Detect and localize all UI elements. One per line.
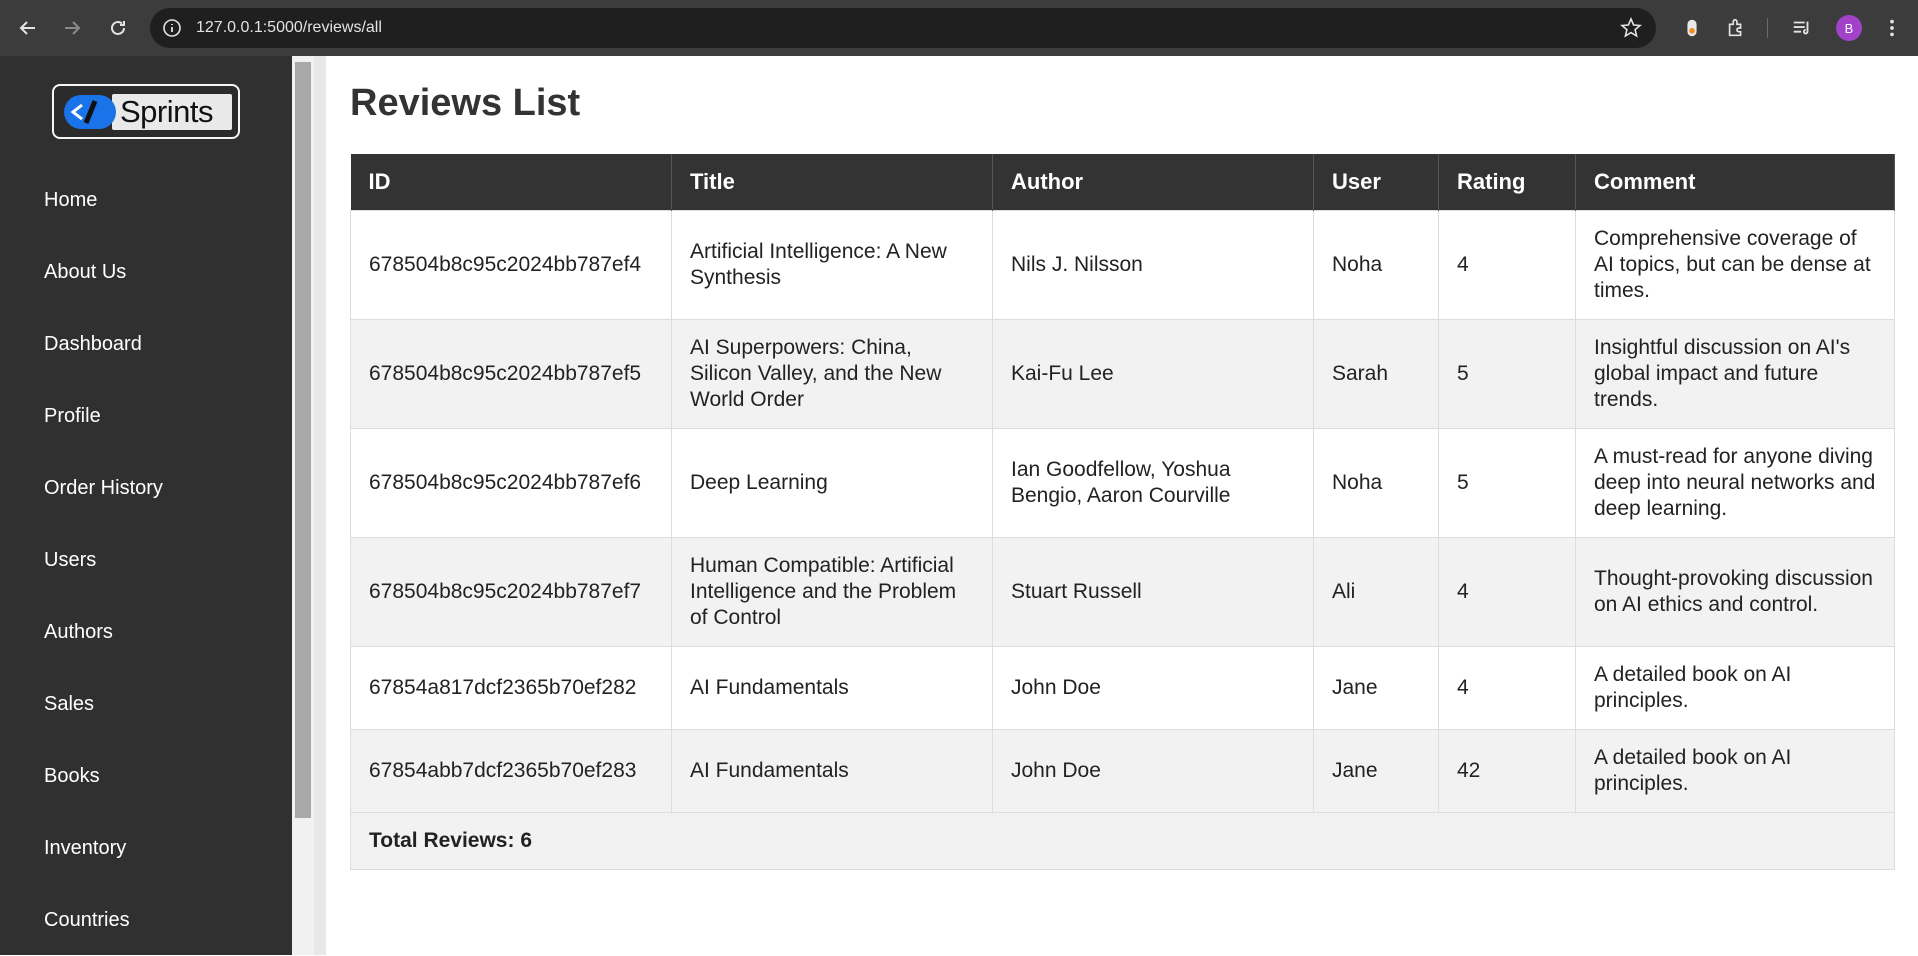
cell-author: Ian Goodfellow, Yoshua Bengio, Aaron Cou… (992, 427, 1314, 538)
extensions-puzzle-icon[interactable] (1724, 16, 1748, 40)
cell-user: Jane (1313, 728, 1439, 813)
extension-record-icon[interactable] (1680, 16, 1704, 40)
cell-comment: Comprehensive coverage of AI topics, but… (1575, 209, 1895, 320)
cell-rating: 4 (1438, 209, 1576, 320)
table-row: 67854abb7dcf2365b70ef283 AI Fundamentals… (350, 728, 1895, 813)
column-header-comment: Comment (1575, 154, 1895, 210)
sidebar-item-home[interactable]: Home (0, 164, 292, 236)
cell-title: AI Fundamentals (671, 645, 993, 730)
browser-toolbar: 127.0.0.1:5000/reviews/all B (0, 0, 1918, 56)
forward-arrow-icon (65, 21, 81, 35)
toolbar-separator (1767, 18, 1768, 38)
column-header-rating: Rating (1438, 154, 1576, 210)
reload-button[interactable] (102, 12, 134, 44)
sidebar-item-inventory[interactable]: Inventory (0, 812, 292, 884)
cell-comment: A detailed book on AI principles. (1575, 645, 1895, 730)
total-reviews-count: Total Reviews: 6 (350, 811, 1895, 870)
bookmark-star-icon[interactable] (1620, 17, 1642, 39)
sidebar-nav: Home About Us Dashboard Profile Order Hi… (0, 164, 292, 956)
forward-button[interactable] (56, 12, 88, 44)
cell-comment: A detailed book on AI principles. (1575, 728, 1895, 813)
url-text: 127.0.0.1:5000/reviews/all (196, 19, 382, 36)
cell-id: 678504b8c95c2024bb787ef4 (350, 209, 672, 320)
sprints-logo-icon (64, 94, 116, 129)
sidebar-item-about-us[interactable]: About Us (0, 236, 292, 308)
address-bar[interactable]: 127.0.0.1:5000/reviews/all (150, 8, 1656, 48)
site-info-icon[interactable] (162, 18, 182, 38)
table-row: 678504b8c95c2024bb787ef6 Deep Learning I… (350, 427, 1895, 538)
cell-title: Human Compatible: Artificial Intelligenc… (671, 536, 993, 647)
cell-user: Sarah (1313, 318, 1439, 429)
cell-rating: 5 (1438, 427, 1576, 538)
sidebar-item-authors[interactable]: Authors (0, 596, 292, 668)
cell-user: Ali (1313, 536, 1439, 647)
cell-author: John Doe (992, 645, 1314, 730)
cell-rating: 4 (1438, 536, 1576, 647)
cell-rating: 42 (1438, 728, 1576, 813)
cell-id: 678504b8c95c2024bb787ef7 (350, 536, 672, 647)
cell-user: Jane (1313, 645, 1439, 730)
sidebar-item-books[interactable]: Books (0, 740, 292, 812)
cell-comment: Insightful discussion on AI's global imp… (1575, 318, 1895, 429)
cell-id: 67854a817dcf2365b70ef282 (350, 645, 672, 730)
table-row: 67854a817dcf2365b70ef282 AI Fundamentals… (350, 645, 1895, 730)
sidebar-item-profile[interactable]: Profile (0, 380, 292, 452)
media-queue-icon[interactable] (1790, 16, 1814, 40)
cell-user: Noha (1313, 209, 1439, 320)
content-gutter (314, 56, 326, 955)
sidebar-item-dashboard[interactable]: Dashboard (0, 308, 292, 380)
cell-author: Stuart Russell (992, 536, 1314, 647)
reviews-table: ID Title Author User Rating Comment 6785… (350, 154, 1895, 870)
reload-icon (111, 20, 125, 35)
table-row: 678504b8c95c2024bb787ef7 Human Compatibl… (350, 536, 1895, 647)
table-row: 678504b8c95c2024bb787ef5 AI Superpowers:… (350, 318, 1895, 429)
cell-title: Artificial Intelligence: A New Synthesis (671, 209, 993, 320)
kebab-menu-icon[interactable] (1880, 16, 1904, 40)
column-header-user: User (1313, 154, 1439, 210)
sidebar-item-order-history[interactable]: Order History (0, 452, 292, 524)
cell-title: Deep Learning (671, 427, 993, 538)
table-header-row: ID Title Author User Rating Comment (350, 154, 1895, 210)
column-header-id: ID (350, 154, 672, 210)
cell-author: Nils J. Nilsson (992, 209, 1314, 320)
cell-id: 67854abb7dcf2365b70ef283 (350, 728, 672, 813)
column-header-title: Title (671, 154, 993, 210)
column-header-author: Author (992, 154, 1314, 210)
profile-avatar[interactable]: B (1836, 15, 1862, 41)
page-title: Reviews List (350, 82, 581, 124)
cell-comment: Thought-provoking discussion on AI ethic… (1575, 536, 1895, 647)
brand-logo-text: Sprints (120, 93, 213, 129)
cell-author: Kai-Fu Lee (992, 318, 1314, 429)
sidebar-item-sales[interactable]: Sales (0, 668, 292, 740)
sidebar-item-countries[interactable]: Countries (0, 884, 292, 956)
table-footer-row: Total Reviews: 6 (350, 811, 1895, 870)
brand-logo[interactable]: Sprints (52, 84, 240, 139)
cell-rating: 5 (1438, 318, 1576, 429)
cell-id: 678504b8c95c2024bb787ef6 (350, 427, 672, 538)
back-button[interactable] (12, 12, 44, 44)
sidebar-scrollbar-thumb[interactable] (295, 62, 311, 818)
back-arrow-icon (19, 21, 35, 35)
cell-user: Noha (1313, 427, 1439, 538)
cell-rating: 4 (1438, 645, 1576, 730)
table-row: 678504b8c95c2024bb787ef4 Artificial Inte… (350, 209, 1895, 320)
sidebar: Sprints Home About Us Dashboard Profile … (0, 56, 292, 955)
cell-author: John Doe (992, 728, 1314, 813)
cell-title: AI Superpowers: China, Silicon Valley, a… (671, 318, 993, 429)
cell-title: AI Fundamentals (671, 728, 993, 813)
cell-id: 678504b8c95c2024bb787ef5 (350, 318, 672, 429)
cell-comment: A must-read for anyone diving deep into … (1575, 427, 1895, 538)
sidebar-item-users[interactable]: Users (0, 524, 292, 596)
